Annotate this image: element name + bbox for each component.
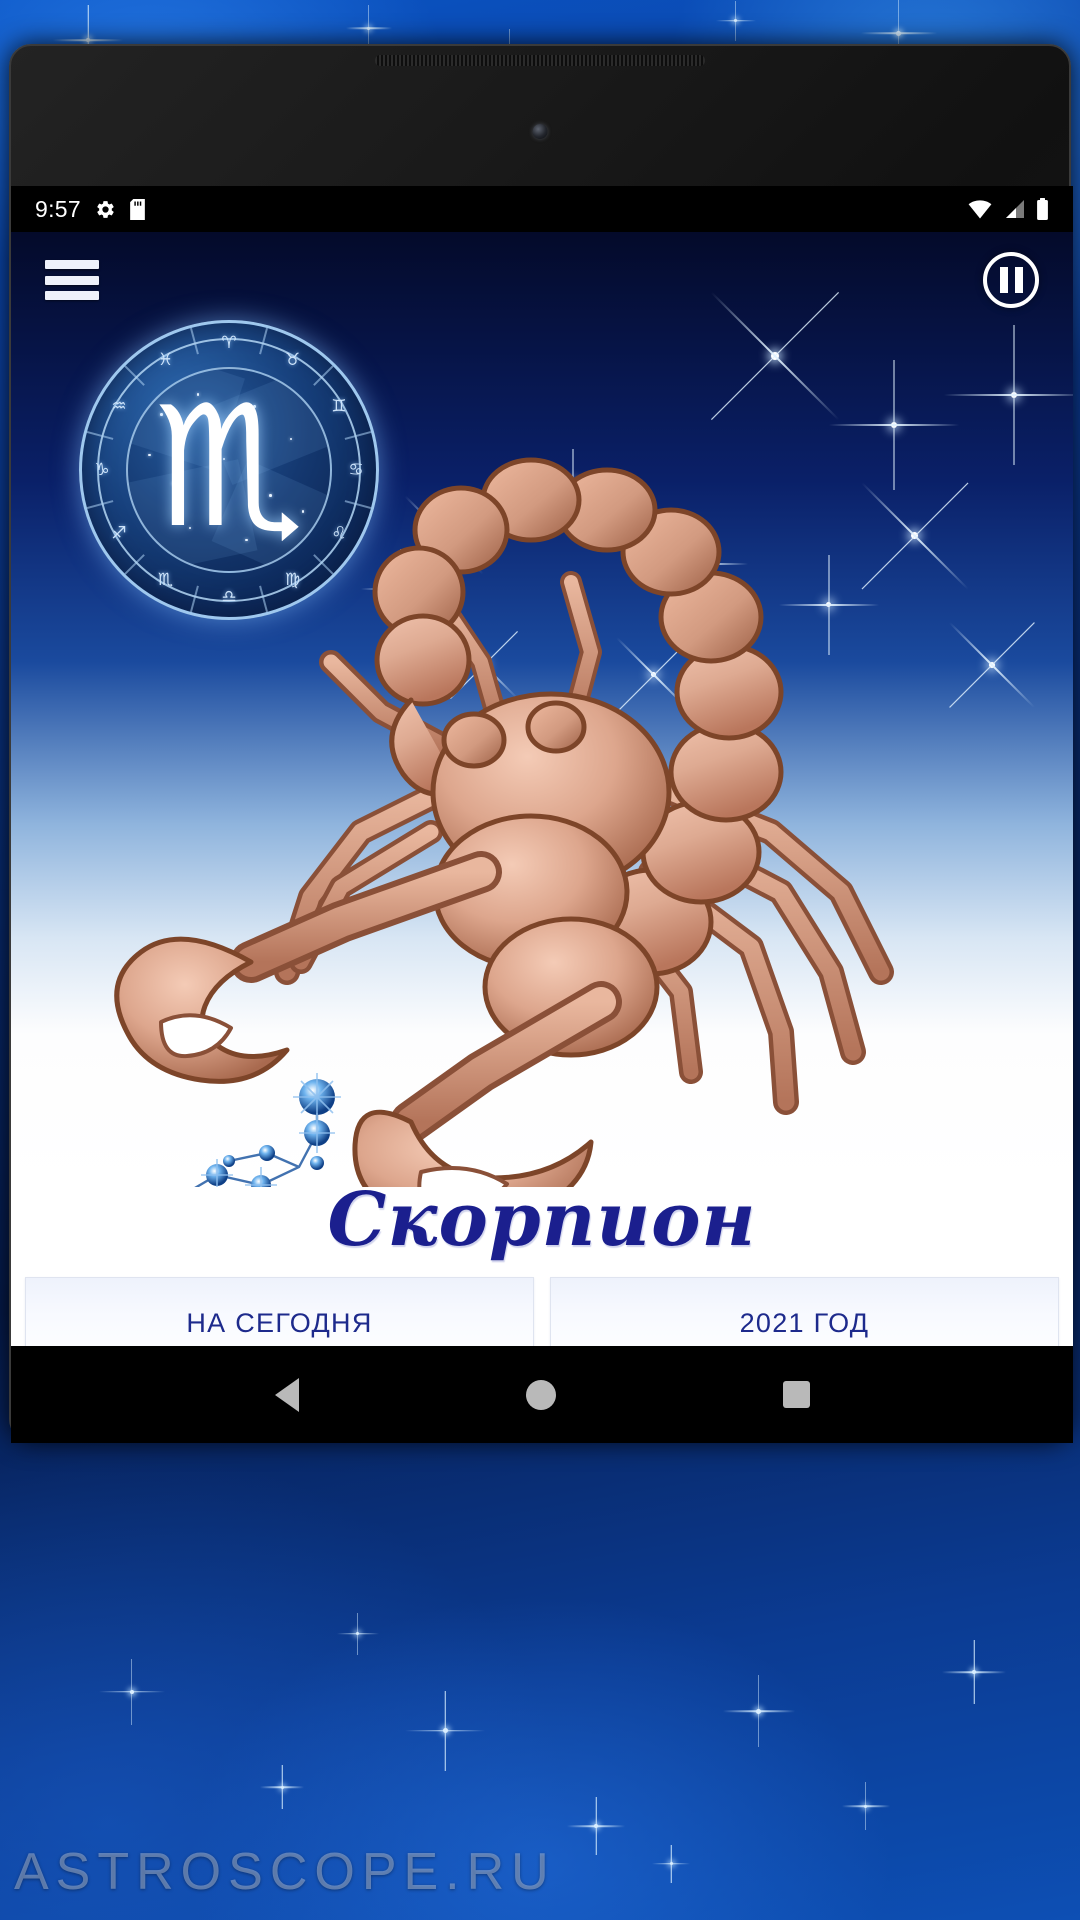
- wallpaper-star: [129, 1689, 134, 1694]
- status-bar-left: 9:57: [35, 196, 145, 223]
- zodiac-medallion: ♏ ♈ ♉ ♊ ♋ ♌ ♍ ♎ ♏ ♐ ♑ ♒ ♓: [79, 320, 379, 620]
- status-bar-right: [968, 198, 1049, 220]
- status-bar-clock: 9:57: [35, 195, 81, 222]
- button-year-2021[interactable]: 2021 ГОД: [550, 1277, 1059, 1346]
- gear-icon: [95, 199, 116, 220]
- wallpaper-star: [356, 1632, 360, 1635]
- wallpaper-star: [367, 26, 371, 30]
- wallpaper-star: [669, 1862, 673, 1866]
- button-today[interactable]: НА СЕГОДНЯ: [25, 1277, 534, 1346]
- app-toolbar: [11, 232, 1073, 328]
- device-screen: 9:57 ♏ ♈ ♉ ♊ ♋ ♌ ♍ ♎ ♏ ♐ ♑ ♒ ♓ Скорпион …: [11, 186, 1073, 1346]
- zodiac-sign-title: Скорпион: [327, 1177, 757, 1263]
- wallpaper-star: [280, 1785, 284, 1789]
- android-nav-bar: [11, 1346, 1073, 1443]
- wallpaper-star: [864, 1804, 867, 1808]
- wifi-icon: [968, 199, 992, 219]
- tablet-device-frame: 9:57 ♏ ♈ ♉ ♊ ♋ ♌ ♍ ♎ ♏ ♐ ♑ ♒ ♓ Скорпион …: [9, 44, 1073, 1443]
- wallpaper-star: [972, 1670, 976, 1675]
- site-watermark: ASTROSCOPE.RU: [14, 1843, 556, 1901]
- astroscope-app: ♏ ♈ ♉ ♊ ♋ ♌ ♍ ♎ ♏ ♐ ♑ ♒ ♓ Скорпион НА СЕ…: [11, 232, 1073, 1346]
- horoscope-button-grid: НА СЕГОДНЯ 2021 ГОД: [11, 1277, 1073, 1346]
- speaker-grille-top: [375, 55, 705, 66]
- recents-icon[interactable]: [782, 1381, 810, 1408]
- back-icon[interactable]: [274, 1377, 299, 1412]
- pause-icon[interactable]: [983, 252, 1039, 308]
- wallpaper-star: [442, 1728, 448, 1733]
- scorpio-glyph: ♏: [153, 369, 305, 565]
- battery-icon: [1036, 198, 1049, 220]
- wallpaper-star: [86, 38, 91, 43]
- wallpaper-star: [594, 1824, 598, 1828]
- wallpaper-star: [734, 19, 738, 23]
- signal-icon: [1003, 199, 1025, 219]
- wallpaper-star: [756, 1708, 761, 1714]
- sd-card-icon: [130, 198, 145, 220]
- scorpio-constellation: [194, 1073, 341, 1187]
- front-camera: [532, 124, 548, 139]
- home-icon[interactable]: [525, 1379, 556, 1410]
- status-bar: 9:57: [11, 186, 1073, 232]
- hamburger-menu-icon[interactable]: [45, 260, 99, 300]
- wallpaper-star: [896, 30, 902, 36]
- zodiac-hero-image: ♏ ♈ ♉ ♊ ♋ ♌ ♍ ♎ ♏ ♐ ♑ ♒ ♓: [11, 232, 1073, 1187]
